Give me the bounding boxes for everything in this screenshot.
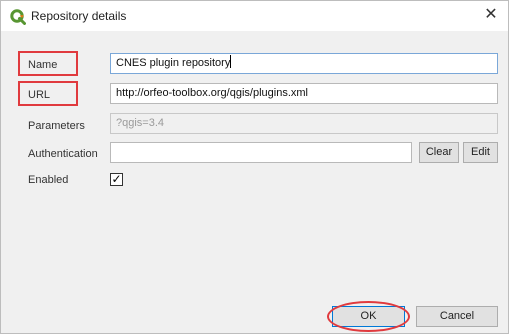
- parameters-label: Parameters: [28, 120, 85, 132]
- name-label-highlight: [18, 51, 78, 76]
- checkmark-icon: ✓: [111, 172, 122, 186]
- authentication-label: Authentication: [28, 148, 98, 160]
- close-icon[interactable]: ✕: [482, 6, 500, 24]
- dialog-title: Repository details: [31, 9, 127, 23]
- clear-button[interactable]: Clear: [419, 142, 459, 163]
- name-input[interactable]: CNES plugin repository: [110, 53, 498, 74]
- parameters-input: ?qgis=3.4: [110, 113, 498, 134]
- enabled-label: Enabled: [28, 174, 69, 186]
- url-input[interactable]: http://orfeo-toolbox.org/qgis/plugins.xm…: [110, 83, 498, 104]
- title-bar: Repository details ✕: [1, 1, 508, 31]
- enabled-checkbox[interactable]: ✓: [110, 173, 123, 186]
- url-label-highlight: [18, 81, 78, 106]
- name-input-text: CNES plugin repository: [116, 57, 231, 69]
- text-cursor: [230, 55, 232, 68]
- authentication-input[interactable]: [110, 142, 412, 163]
- repository-details-dialog: Repository details ✕ Name CNES plugin re…: [0, 0, 509, 334]
- ok-button-highlight: [327, 301, 410, 332]
- cancel-button[interactable]: Cancel: [416, 306, 498, 327]
- qgis-icon: [10, 9, 26, 25]
- edit-button[interactable]: Edit: [463, 142, 498, 163]
